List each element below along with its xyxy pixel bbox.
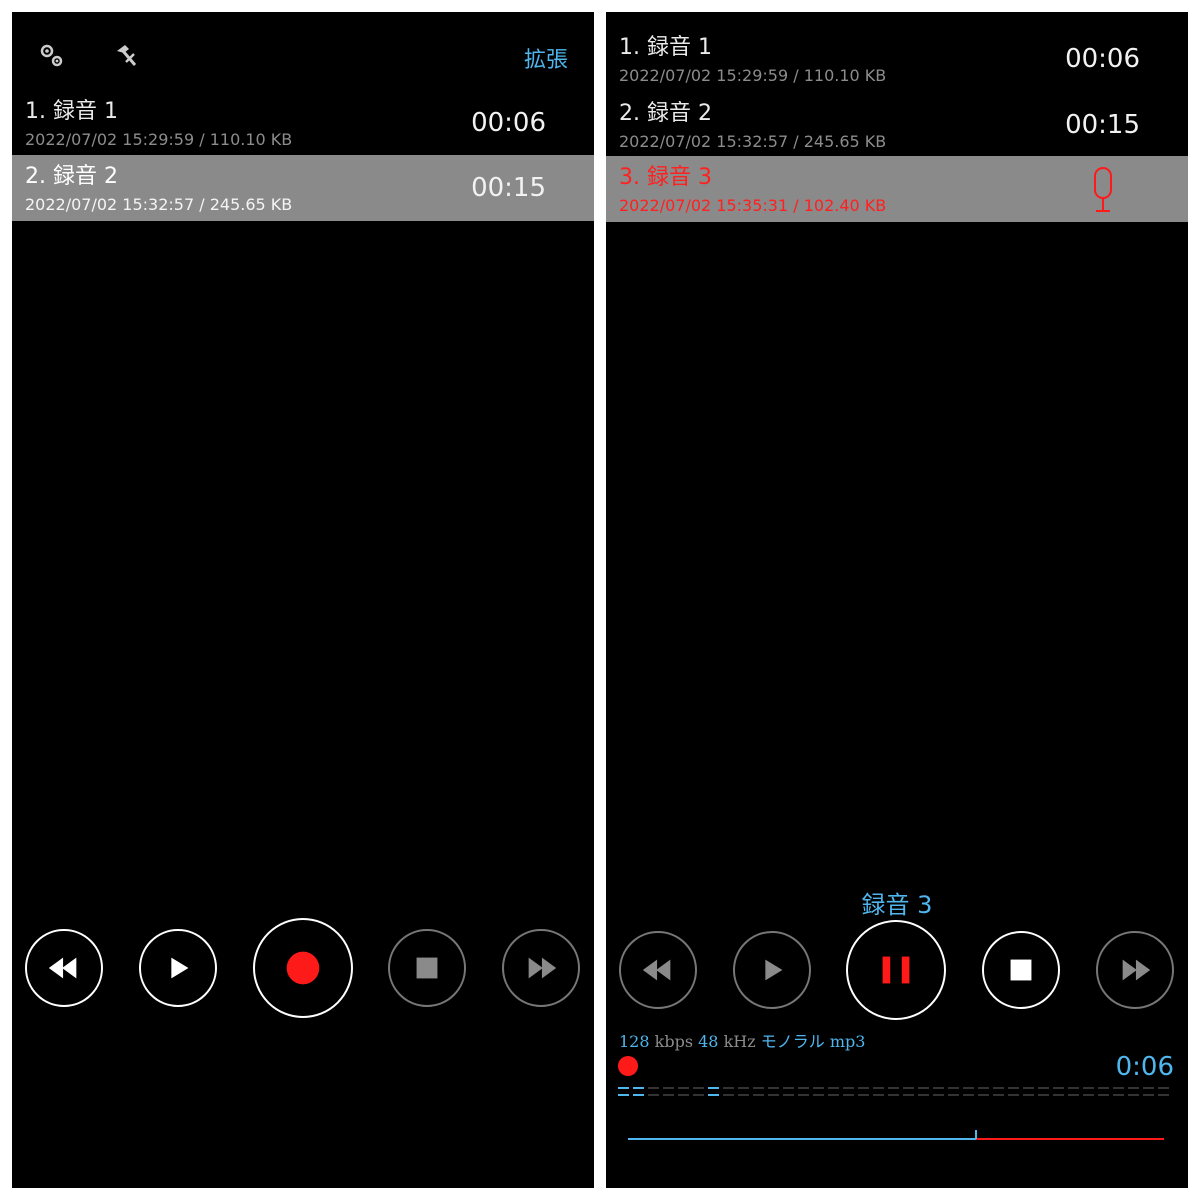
play-icon [765, 959, 783, 981]
sample-rate: 48 [698, 1032, 719, 1051]
play-button[interactable] [139, 929, 217, 1007]
recording-title: 2. 録音 2 [619, 101, 712, 126]
record-button[interactable] [253, 918, 353, 1018]
recording-indicator [618, 1056, 638, 1076]
list-item-recording[interactable]: 3. 録音 3 2022/07/02 15:35:31 / 102.40 KB [606, 156, 1188, 222]
stop-icon [1010, 959, 1032, 981]
recording-meta: 2022/07/02 15:29:59 / 110.10 KB [25, 130, 293, 149]
fast-forward-icon [1122, 959, 1151, 981]
channels: モノラル [760, 1032, 825, 1051]
rewind-icon [642, 959, 671, 981]
recording-duration: 00:06 [471, 108, 546, 138]
bitrate-unit: kbps [654, 1032, 694, 1051]
expand-button[interactable]: 拡張 [524, 42, 568, 74]
pause-button[interactable] [846, 920, 946, 1020]
rewind-button[interactable] [619, 931, 697, 1009]
stop-icon [416, 957, 438, 979]
pause-icon [882, 956, 910, 984]
right-screen: 1. 録音 1 2022/07/02 15:29:59 / 110.10 KB … [606, 12, 1188, 1188]
recording-title: 1. 録音 1 [25, 99, 118, 124]
list-item[interactable]: 2. 録音 2 2022/07/02 15:32:57 / 245.65 KB … [606, 92, 1188, 158]
timeline-bar[interactable] [628, 1128, 1164, 1148]
stop-button[interactable] [982, 931, 1060, 1009]
list-item[interactable]: 1. 録音 1 2022/07/02 15:29:59 / 110.10 KB … [606, 26, 1188, 92]
recording-meta: 2022/07/02 15:29:59 / 110.10 KB [619, 66, 887, 85]
play-icon [171, 957, 189, 979]
fast-forward-button[interactable] [502, 929, 580, 1007]
rewind-icon [48, 957, 77, 979]
recording-title: 2. 録音 2 [25, 164, 118, 189]
hammer-icon[interactable] [112, 42, 140, 70]
recording-duration: 00:15 [1065, 110, 1140, 140]
bitrate: 128 [619, 1032, 650, 1051]
toolbar: 拡張 [12, 12, 594, 92]
codec: mp3 [829, 1032, 866, 1051]
play-button[interactable] [733, 931, 811, 1009]
record-icon [286, 951, 320, 985]
stop-button[interactable] [388, 929, 466, 1007]
list-item[interactable]: 1. 録音 1 2022/07/02 15:29:59 / 110.10 KB … [12, 90, 594, 156]
recording-duration: 00:06 [1065, 44, 1140, 74]
recording-duration: 00:15 [471, 173, 546, 203]
recording-meta: 2022/07/02 15:32:57 / 245.65 KB [25, 195, 293, 214]
sample-rate-unit: kHz [723, 1032, 756, 1051]
left-screen: 拡張 1. 録音 1 2022/07/02 15:29:59 / 110.10 … [12, 12, 594, 1188]
current-recording-title: 録音 3 [861, 891, 933, 919]
rewind-button[interactable] [25, 929, 103, 1007]
recording-meta: 2022/07/02 15:32:57 / 245.65 KB [619, 132, 887, 151]
microphone-icon [1094, 167, 1112, 212]
format-info: 128 kbps 48 kHz モノラル mp3 [619, 1028, 865, 1052]
gears-icon[interactable] [38, 42, 66, 70]
elapsed-time: 0:06 [1115, 1052, 1174, 1082]
fast-forward-icon [528, 957, 557, 979]
list-item-selected[interactable]: 2. 録音 2 2022/07/02 15:32:57 / 245.65 KB … [12, 155, 594, 221]
recording-title: 3. 録音 3 [619, 165, 712, 190]
recording-meta: 2022/07/02 15:35:31 / 102.40 KB [619, 196, 887, 215]
level-meter [618, 1087, 1169, 1096]
fast-forward-button[interactable] [1096, 931, 1174, 1009]
recording-title: 1. 録音 1 [619, 35, 712, 60]
